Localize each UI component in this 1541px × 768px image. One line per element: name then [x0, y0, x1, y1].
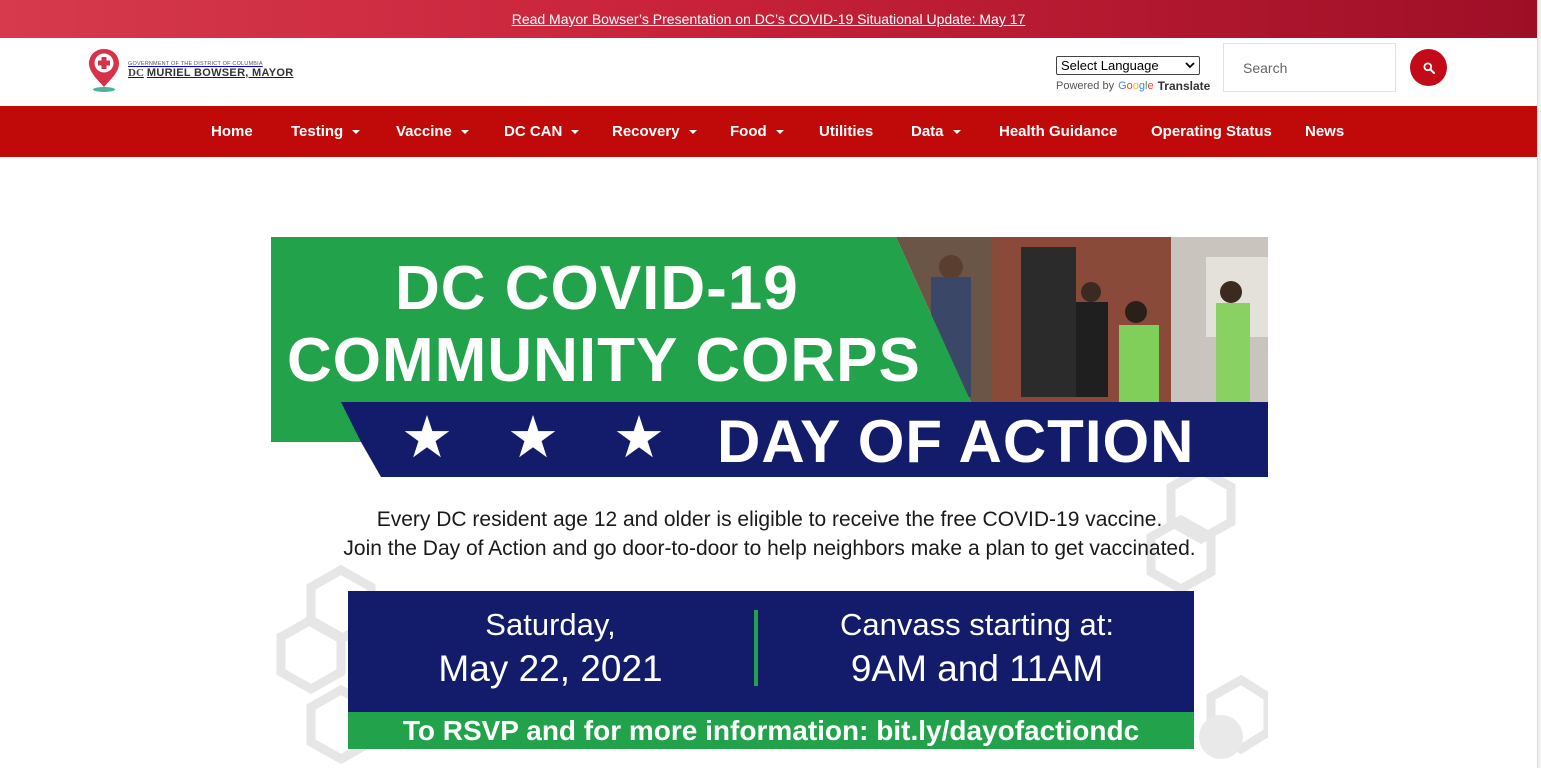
language-select[interactable]: Select Language [1056, 56, 1200, 75]
language-widget: Select Language Powered by Google Transl… [1056, 56, 1210, 93]
star-icon: ★ [613, 405, 665, 470]
nav-item-utilities[interactable]: Utilities [819, 106, 873, 157]
event-date-full: May 22, 2021 [438, 648, 663, 689]
logo-text: GOVERNMENT OF THE DISTRICT OF COLUMBIA D… [128, 61, 293, 79]
info-divider [754, 610, 758, 686]
main-nav: Home Testing Vaccine DC CAN Recovery Food Util… [0, 106, 1537, 157]
powered-by-label: Powered by [1056, 80, 1115, 92]
nav-item-label: Utilities [819, 123, 874, 140]
banner-headline-line2: COMMUNITY CORPS [287, 326, 921, 395]
caret-down-icon [460, 130, 469, 134]
banner-description: Every DC resident age 12 and older is el… [271, 505, 1268, 563]
nav-item-label: Data [911, 123, 944, 140]
alert-bar: Read Mayor Bowser’s Presentation on DC’s… [0, 0, 1537, 38]
header: GOVERNMENT OF THE DISTRICT OF COLUMBIA D… [0, 38, 1537, 106]
alert-link[interactable]: Read Mayor Bowser’s Presentation on DC’s… [512, 11, 1026, 27]
page: Read Mayor Bowser’s Presentation on DC’s… [0, 0, 1541, 768]
search-button[interactable] [1410, 49, 1447, 86]
site-logo[interactable]: GOVERNMENT OF THE DISTRICT OF COLUMBIA D… [86, 47, 293, 93]
logo-mayor-name: MURIEL BOWSER, MAYOR [146, 67, 294, 79]
language-select-value: Select Language [1061, 58, 1159, 73]
nav-item-news[interactable]: News [1305, 106, 1344, 157]
nav-item-label: Vaccine [396, 123, 452, 140]
nav-item-label: Recovery [612, 123, 680, 140]
caret-down-icon [952, 130, 961, 134]
nav-item-label: Home [211, 123, 253, 140]
nav-item-label: Operating Status [1151, 123, 1272, 140]
chevron-down-icon [1185, 62, 1195, 69]
nav-item-home[interactable]: Home [211, 106, 253, 157]
logo-dc-mark: DC [128, 67, 144, 79]
nav-item-food[interactable]: Food [730, 106, 784, 157]
nav-item-label: DC CAN [504, 123, 563, 140]
caret-down-icon [571, 130, 580, 134]
google-logo[interactable]: Google [1118, 80, 1154, 92]
nav-item-label: Testing [291, 123, 344, 140]
nav-item-label: Health Guidance [999, 123, 1118, 140]
scrollbar-track[interactable] [1537, 0, 1541, 768]
event-date-day: Saturday, [485, 607, 616, 642]
nav-item-operating-status[interactable]: Operating Status [1151, 106, 1272, 157]
star-icon: ★ [507, 405, 559, 470]
star-row: ★ ★ ★ [401, 409, 665, 467]
event-time-values: 9AM and 11AM [850, 648, 1104, 689]
nav-item-label: News [1305, 123, 1345, 140]
event-info-box: Saturday, May 22, 2021 Canvass starting … [348, 591, 1194, 712]
day-of-action-banner[interactable]: DC COVID-19 COMMUNITY CORPS ★ ★ ★ DAY OF… [271, 237, 1268, 768]
nav-item-recovery[interactable]: Recovery [612, 106, 697, 157]
nav-item-vaccine[interactable]: Vaccine [396, 106, 469, 157]
search-icon [1423, 62, 1435, 74]
caret-down-icon [775, 130, 784, 134]
caret-down-icon [352, 130, 361, 134]
nav-item-data[interactable]: Data [911, 106, 961, 157]
star-icon: ★ [401, 405, 453, 470]
description-line2: Join the Day of Action and go door-to-do… [343, 537, 1196, 560]
description-line1: Every DC resident age 12 and older is el… [376, 508, 1163, 531]
nav-item-dc-can[interactable]: DC CAN [504, 106, 580, 157]
nav-item-health-guidance[interactable]: Health Guidance [999, 106, 1117, 157]
nav-item-label: Food [730, 123, 767, 140]
caret-down-icon [688, 130, 697, 134]
search-input[interactable]: Search [1223, 43, 1396, 92]
banner-subheadline: DAY OF ACTION [717, 408, 1195, 475]
event-date: Saturday, May 22, 2021 [348, 605, 753, 693]
nav-item-testing[interactable]: Testing [291, 106, 361, 157]
event-time: Canvass starting at: 9AM and 11AM [760, 605, 1194, 693]
map-pin-icon [89, 49, 119, 92]
rsvp-bar: To RSVP and for more information: bit.ly… [348, 712, 1194, 749]
translate-label: Translate [1157, 79, 1211, 93]
powered-by-google: Powered by Google Translate [1056, 79, 1210, 93]
banner-headline-line1: DC COVID-19 [395, 254, 799, 323]
search-placeholder: Search [1243, 59, 1288, 76]
event-time-label: Canvass starting at: [840, 607, 1114, 642]
